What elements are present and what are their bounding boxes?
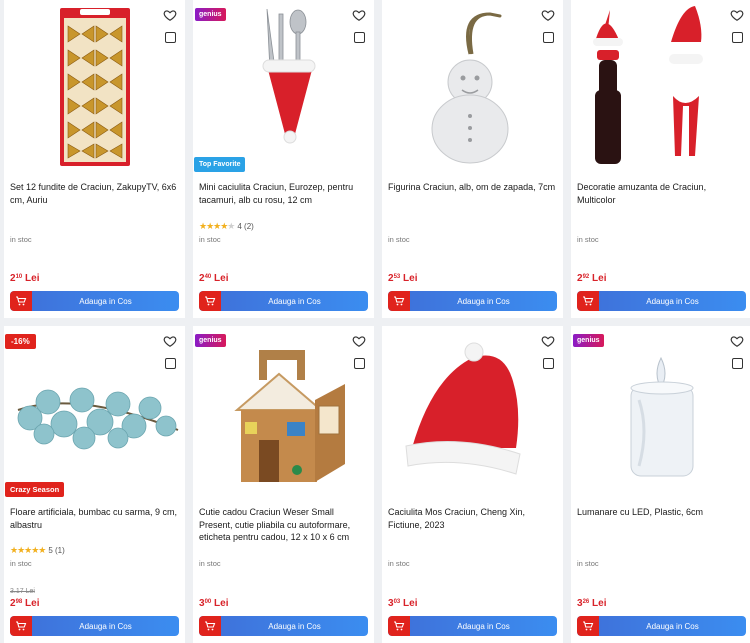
product-rating: ★★★★★ 5 (1) (10, 545, 65, 555)
compare-checkbox[interactable] (354, 32, 365, 43)
product-title[interactable]: Cutie cadou Craciun Weser Small Present,… (199, 506, 368, 544)
rating-stars: ★★★★★ (10, 545, 46, 555)
add-to-cart-button[interactable]: Adauga in Cos (577, 616, 746, 636)
add-to-cart-label: Adauga in Cos (268, 296, 321, 306)
product-card[interactable]: genius Top Favorite Mini caciulita Craci… (193, 0, 374, 318)
add-to-cart-label: Adauga in Cos (646, 621, 699, 631)
cart-icon (10, 291, 32, 311)
add-to-cart-button[interactable]: Adauga in Cos (199, 616, 368, 636)
product-title[interactable]: Caciulita Mos Craciun, Cheng Xin, Fictiu… (388, 506, 557, 531)
product-image[interactable] (386, 4, 559, 168)
product-image[interactable] (8, 4, 181, 168)
product-rating: ★★★★★ 4 (2) (199, 221, 254, 231)
add-to-cart-label: Adauga in Cos (646, 296, 699, 306)
compare-checkbox[interactable] (165, 358, 176, 369)
add-to-cart-label: Adauga in Cos (79, 296, 132, 306)
compare-checkbox[interactable] (543, 32, 554, 43)
heart-icon[interactable] (352, 334, 366, 348)
stock-status: in stoc (577, 559, 599, 568)
crazy-season-badge: Crazy Season (5, 482, 65, 497)
product-price: 292 Lei (577, 273, 607, 284)
compare-checkbox[interactable] (732, 358, 743, 369)
stock-status: in stoc (577, 235, 599, 244)
heart-icon[interactable] (163, 8, 177, 22)
product-price: 298 Lei (10, 598, 40, 609)
product-price: 303 Lei (388, 598, 418, 609)
product-card[interactable]: Decoratie amuzanta de Craciun, Multicolo… (571, 0, 750, 318)
compare-checkbox[interactable] (354, 358, 365, 369)
product-title[interactable]: Decoratie amuzanta de Craciun, Multicolo… (577, 181, 746, 206)
product-card[interactable]: genius Cutie cadou Craciun Weser Small P… (193, 326, 374, 643)
product-image[interactable] (197, 4, 370, 168)
add-to-cart-button[interactable]: Adauga in Cos (577, 291, 746, 311)
product-price: 210 Lei (10, 273, 40, 284)
product-title[interactable]: Lumanare cu LED, Plastic, 6cm (577, 506, 746, 519)
heart-icon[interactable] (541, 334, 555, 348)
compare-checkbox[interactable] (543, 358, 554, 369)
heart-icon[interactable] (352, 8, 366, 22)
add-to-cart-label: Adauga in Cos (457, 296, 510, 306)
heart-icon[interactable] (163, 334, 177, 348)
add-to-cart-button[interactable]: Adauga in Cos (388, 616, 557, 636)
stock-status: in stoc (199, 559, 221, 568)
heart-icon[interactable] (730, 334, 744, 348)
stock-status: in stoc (10, 559, 32, 568)
product-image[interactable] (386, 330, 559, 494)
product-image[interactable] (8, 330, 181, 494)
product-title[interactable]: Figurina Craciun, alb, om de zapada, 7cm (388, 181, 557, 194)
product-card[interactable]: Figurina Craciun, alb, om de zapada, 7cm… (382, 0, 563, 318)
cart-icon (199, 616, 221, 636)
old-price: 3.17 Lei (10, 588, 35, 595)
compare-checkbox[interactable] (732, 32, 743, 43)
product-price: 300 Lei (199, 598, 229, 609)
cart-icon (577, 291, 599, 311)
top-favorite-badge: Top Favorite (194, 157, 246, 172)
product-title[interactable]: Set 12 fundite de Craciun, ZakupyTV, 6x6… (10, 181, 179, 206)
product-card[interactable]: Caciulita Mos Craciun, Cheng Xin, Fictiu… (382, 326, 563, 643)
cart-icon (577, 616, 599, 636)
stock-status: in stoc (388, 235, 410, 244)
add-to-cart-label: Adauga in Cos (79, 621, 132, 631)
genius-badge: genius (195, 8, 226, 21)
add-to-cart-button[interactable]: Adauga in Cos (388, 291, 557, 311)
heart-icon[interactable] (541, 8, 555, 22)
product-image[interactable] (575, 330, 748, 494)
product-image[interactable] (197, 330, 370, 494)
add-to-cart-label: Adauga in Cos (268, 621, 321, 631)
product-image[interactable] (575, 4, 748, 168)
cart-icon (388, 616, 410, 636)
stock-status: in stoc (10, 235, 32, 244)
stock-status: in stoc (388, 559, 410, 568)
product-card[interactable]: genius Lumanare cu LED, Plastic, 6cm in … (571, 326, 750, 643)
add-to-cart-button[interactable]: Adauga in Cos (10, 616, 179, 636)
compare-checkbox[interactable] (165, 32, 176, 43)
product-price: 240 Lei (199, 273, 229, 284)
add-to-cart-label: Adauga in Cos (457, 621, 510, 631)
rating-stars: ★★★★★ (199, 221, 235, 231)
product-price: 253 Lei (388, 273, 418, 284)
discount-badge: -16% (5, 334, 36, 349)
stock-status: in stoc (199, 235, 221, 244)
product-title[interactable]: Mini caciulita Craciun, Eurozep, pentru … (199, 181, 368, 206)
product-title[interactable]: Floare artificiala, bumbac cu sarma, 9 c… (10, 506, 179, 531)
genius-badge: genius (573, 334, 604, 347)
product-card[interactable]: -16% Crazy Season Floare artificiala, bu… (4, 326, 185, 643)
add-to-cart-button[interactable]: Adauga in Cos (10, 291, 179, 311)
product-price: 326 Lei (577, 598, 607, 609)
cart-icon (10, 616, 32, 636)
cart-icon (388, 291, 410, 311)
cart-icon (199, 291, 221, 311)
genius-badge: genius (195, 334, 226, 347)
add-to-cart-button[interactable]: Adauga in Cos (199, 291, 368, 311)
heart-icon[interactable] (730, 8, 744, 22)
product-card[interactable]: Set 12 fundite de Craciun, ZakupyTV, 6x6… (4, 0, 185, 318)
